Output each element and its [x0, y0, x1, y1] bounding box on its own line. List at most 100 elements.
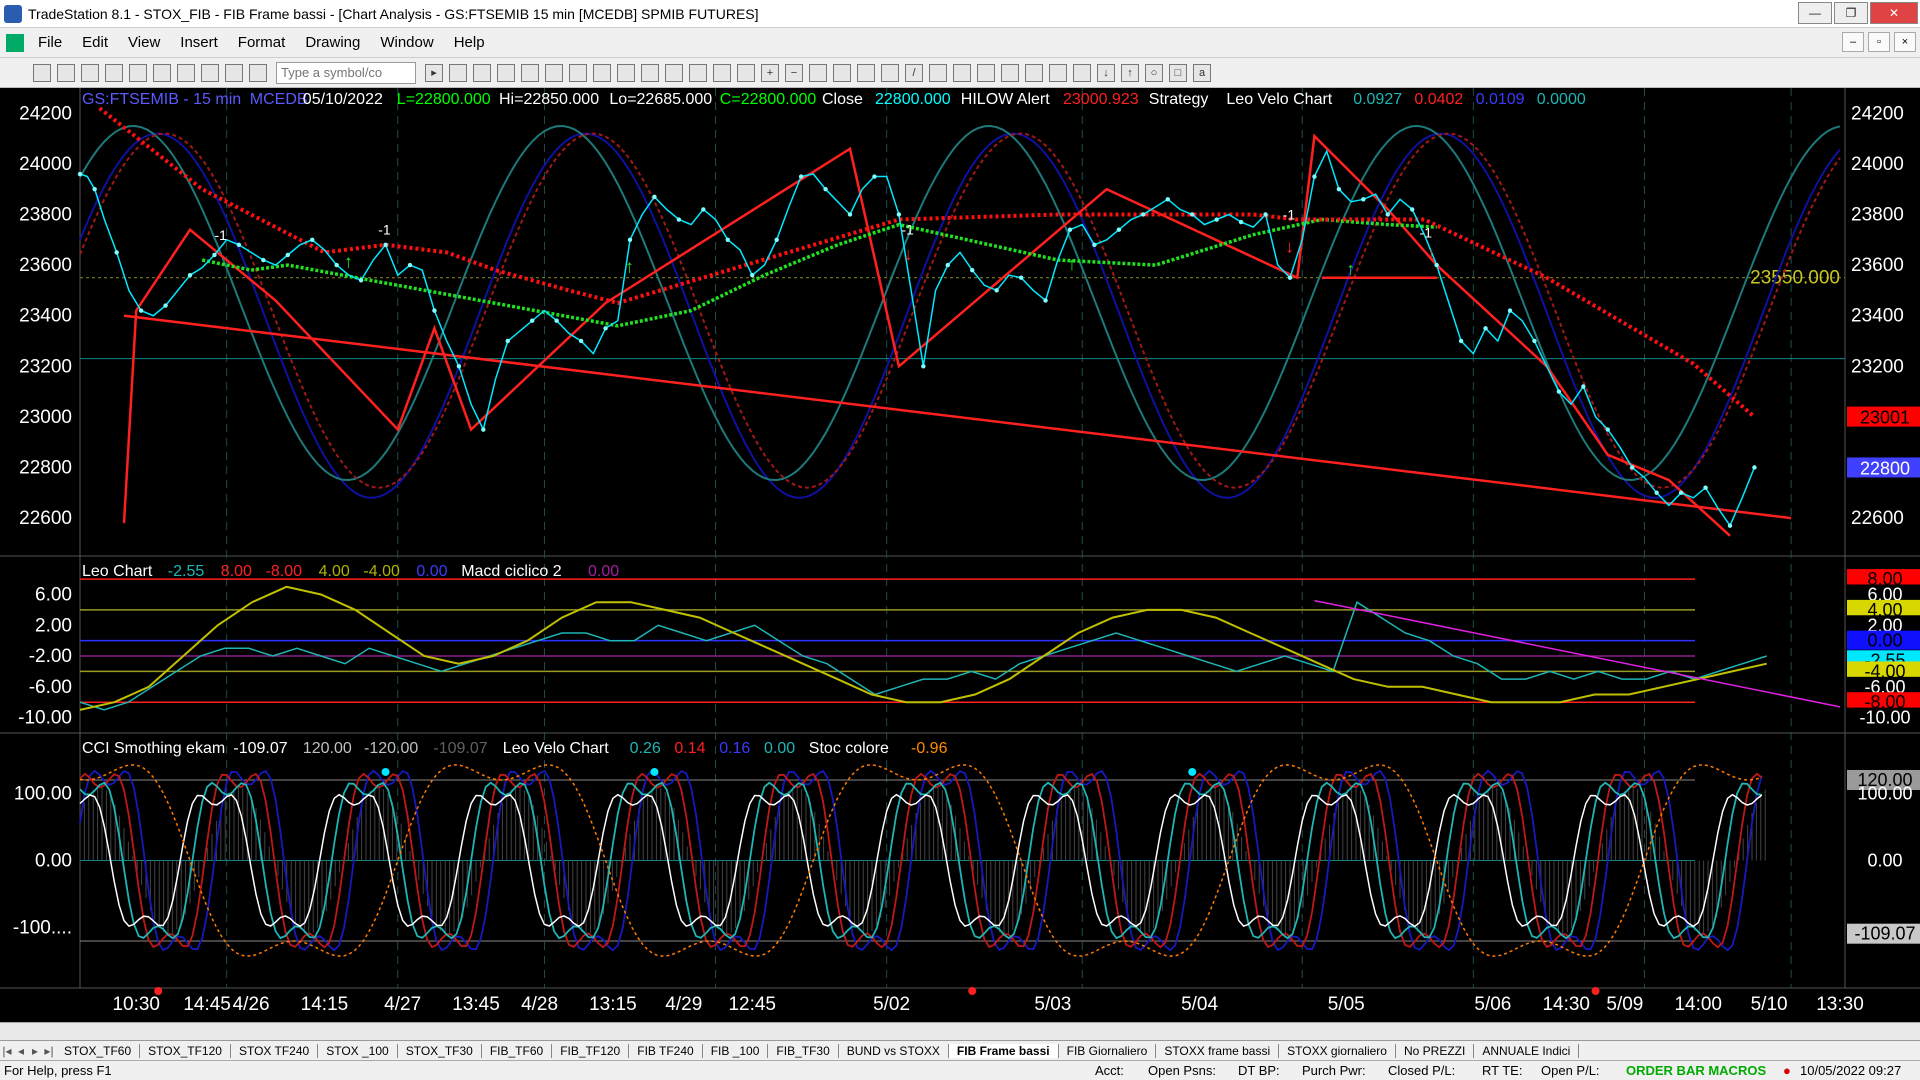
tab-fib-tf120[interactable]: FIB_TF120 — [552, 1043, 630, 1058]
chart-document-icon[interactable] — [6, 33, 24, 52]
fib-retracement-icon[interactable] — [929, 63, 947, 82]
menu-drawing[interactable]: Drawing — [295, 34, 370, 51]
symbol-input[interactable] — [276, 61, 416, 84]
tab-annuale-indici[interactable]: ANNUALE Indici — [1474, 1043, 1580, 1058]
hammer-icon[interactable] — [857, 63, 875, 82]
open-workspace-icon[interactable] — [81, 63, 99, 82]
tools-icon[interactable] — [225, 63, 243, 82]
trendline-icon[interactable]: / — [905, 63, 923, 82]
price-tick-label-right: 23600 — [1851, 255, 1904, 276]
pencil-icon[interactable] — [1073, 63, 1091, 82]
tab-stox-tf120[interactable]: STOX_TF120 — [140, 1043, 231, 1058]
data-window-icon[interactable] — [881, 63, 899, 82]
horizontal-scrollbar[interactable] — [0, 1022, 1920, 1040]
matrix-icon[interactable] — [521, 63, 539, 82]
horizontal-line-icon[interactable] — [953, 63, 971, 82]
folder-icon[interactable] — [129, 63, 147, 82]
go-arrow-icon[interactable]: ▸ — [425, 63, 443, 82]
arc-icon[interactable] — [1025, 63, 1043, 82]
tab-first-icon[interactable]: |◂ — [0, 1044, 14, 1058]
scanner-icon[interactable] — [545, 63, 563, 82]
chart-canvas[interactable]: 24200 24200 24000 24000 23800 23800 23600 23600… — [0, 88, 1920, 1050]
ellipse-icon[interactable]: ○ — [1145, 63, 1163, 82]
price-tick-label-right: 23800 — [1851, 204, 1904, 225]
lookup-icon[interactable] — [449, 63, 467, 82]
mdi-minimize-button[interactable]: – — [1842, 32, 1864, 52]
tab-fib-tf240[interactable]: FIB TF240 — [629, 1043, 703, 1058]
menu-format[interactable]: Format — [228, 34, 296, 51]
mdi-close-button[interactable]: × — [1894, 32, 1916, 52]
options-icon[interactable] — [569, 63, 587, 82]
new-icon[interactable] — [33, 63, 51, 82]
tab-stox-tf60[interactable]: STOX_TF60 — [56, 1043, 141, 1058]
menu-view[interactable]: View — [118, 34, 170, 51]
radar-screen-icon[interactable] — [497, 63, 515, 82]
price-pane-header-item: 0.0402 — [1414, 91, 1463, 108]
mdi-restore-button[interactable]: ▫ — [1868, 32, 1890, 52]
arrow-down-icon[interactable]: ↓ — [1097, 63, 1115, 82]
tab-fib-tf30[interactable]: FIB_TF30 — [768, 1043, 839, 1058]
menu-window[interactable]: Window — [370, 34, 443, 51]
tab-next-icon[interactable]: ▸ — [28, 1044, 42, 1058]
close-price-point — [627, 237, 633, 242]
close-price-point — [1581, 384, 1586, 389]
print-preview-icon[interactable] — [177, 63, 195, 82]
menu-help[interactable]: Help — [444, 34, 495, 51]
tab-prev-icon[interactable]: ◂ — [14, 1044, 28, 1058]
open-icon[interactable] — [57, 63, 75, 82]
close-price-point — [187, 273, 193, 278]
zoom-in-icon[interactable]: + — [761, 63, 779, 82]
bar-type-icon[interactable] — [689, 63, 707, 82]
format-icon[interactable] — [665, 63, 683, 82]
pointer-icon[interactable] — [809, 63, 827, 82]
rectangle-icon[interactable]: □ — [1169, 63, 1187, 82]
order-bar-icon[interactable] — [593, 63, 611, 82]
tab-last-icon[interactable]: ▸| — [42, 1044, 56, 1058]
lock-icon[interactable] — [201, 63, 219, 82]
candlestick-icon[interactable] — [713, 63, 731, 82]
tab-stox-tf240[interactable]: STOX TF240 — [231, 1043, 319, 1058]
tab-stoxx-frame-bassi[interactable]: STOXX frame bassi — [1156, 1043, 1280, 1058]
text-icon[interactable]: a — [1193, 63, 1211, 82]
menu-insert[interactable]: Insert — [170, 34, 228, 51]
strategy-icon[interactable] — [617, 63, 635, 82]
vertical-line-icon[interactable] — [977, 63, 995, 82]
tab-bund-vs-stoxx[interactable]: BUND vs STOXX — [839, 1043, 949, 1058]
x-axis-tick-label: 5/02 — [873, 994, 910, 1015]
menu-file[interactable]: File — [28, 34, 72, 51]
tab-fib-100[interactable]: FIB _100 — [703, 1043, 769, 1058]
menu-edit[interactable]: Edit — [72, 34, 118, 51]
price-pane-header-item: 0.0927 — [1353, 91, 1402, 108]
tab-stoxx-giornaliero[interactable]: STOXX giornaliero — [1279, 1043, 1396, 1058]
tab-no-prezzi[interactable]: No PREZZI — [1396, 1043, 1475, 1058]
maximize-button[interactable]: ❐ — [1834, 2, 1868, 24]
close-button[interactable]: ✕ — [1870, 2, 1918, 24]
close-price-point — [725, 237, 730, 242]
chart-window-icon[interactable] — [473, 63, 491, 82]
gann-icon[interactable] — [1049, 63, 1067, 82]
insert-indicator-icon[interactable] — [641, 63, 659, 82]
channel-icon[interactable] — [1001, 63, 1019, 82]
close-price-point — [505, 338, 510, 344]
line-chart-icon[interactable] — [737, 63, 755, 82]
tab-stox-100[interactable]: STOX _100 — [318, 1043, 398, 1058]
close-price-point — [1067, 227, 1073, 232]
osc-tick-label: 2.00 — [35, 615, 72, 636]
tab-fib-giornaliero[interactable]: FIB Giornaliero — [1059, 1043, 1157, 1058]
osc-pane-header-item: Leo Chart — [82, 563, 153, 580]
arrow-up-icon[interactable]: ↑ — [1121, 63, 1139, 82]
close-price-point — [1458, 338, 1464, 344]
price-tick-label: 24000 — [19, 154, 72, 175]
chart-analysis-window[interactable]: 24200 24200 24000 24000 23800 23800 23600 23600… — [0, 88, 1920, 1050]
tab-stox-tf30[interactable]: STOX_TF30 — [398, 1043, 482, 1058]
close-price-point — [334, 262, 339, 268]
tab-fib-tf60[interactable]: FIB_TF60 — [482, 1043, 553, 1058]
zoom-out-icon[interactable]: − — [785, 63, 803, 82]
minimize-button[interactable]: — — [1798, 2, 1832, 24]
status-macros[interactable]: ORDER BAR MACROS — [1626, 1063, 1766, 1078]
tab-fib-frame-bassi[interactable]: FIB Frame bassi — [948, 1043, 1059, 1058]
crosshair-icon[interactable] — [833, 63, 851, 82]
web-icon[interactable] — [249, 63, 267, 82]
print-icon[interactable] — [153, 63, 171, 82]
copy-icon[interactable] — [105, 63, 123, 82]
